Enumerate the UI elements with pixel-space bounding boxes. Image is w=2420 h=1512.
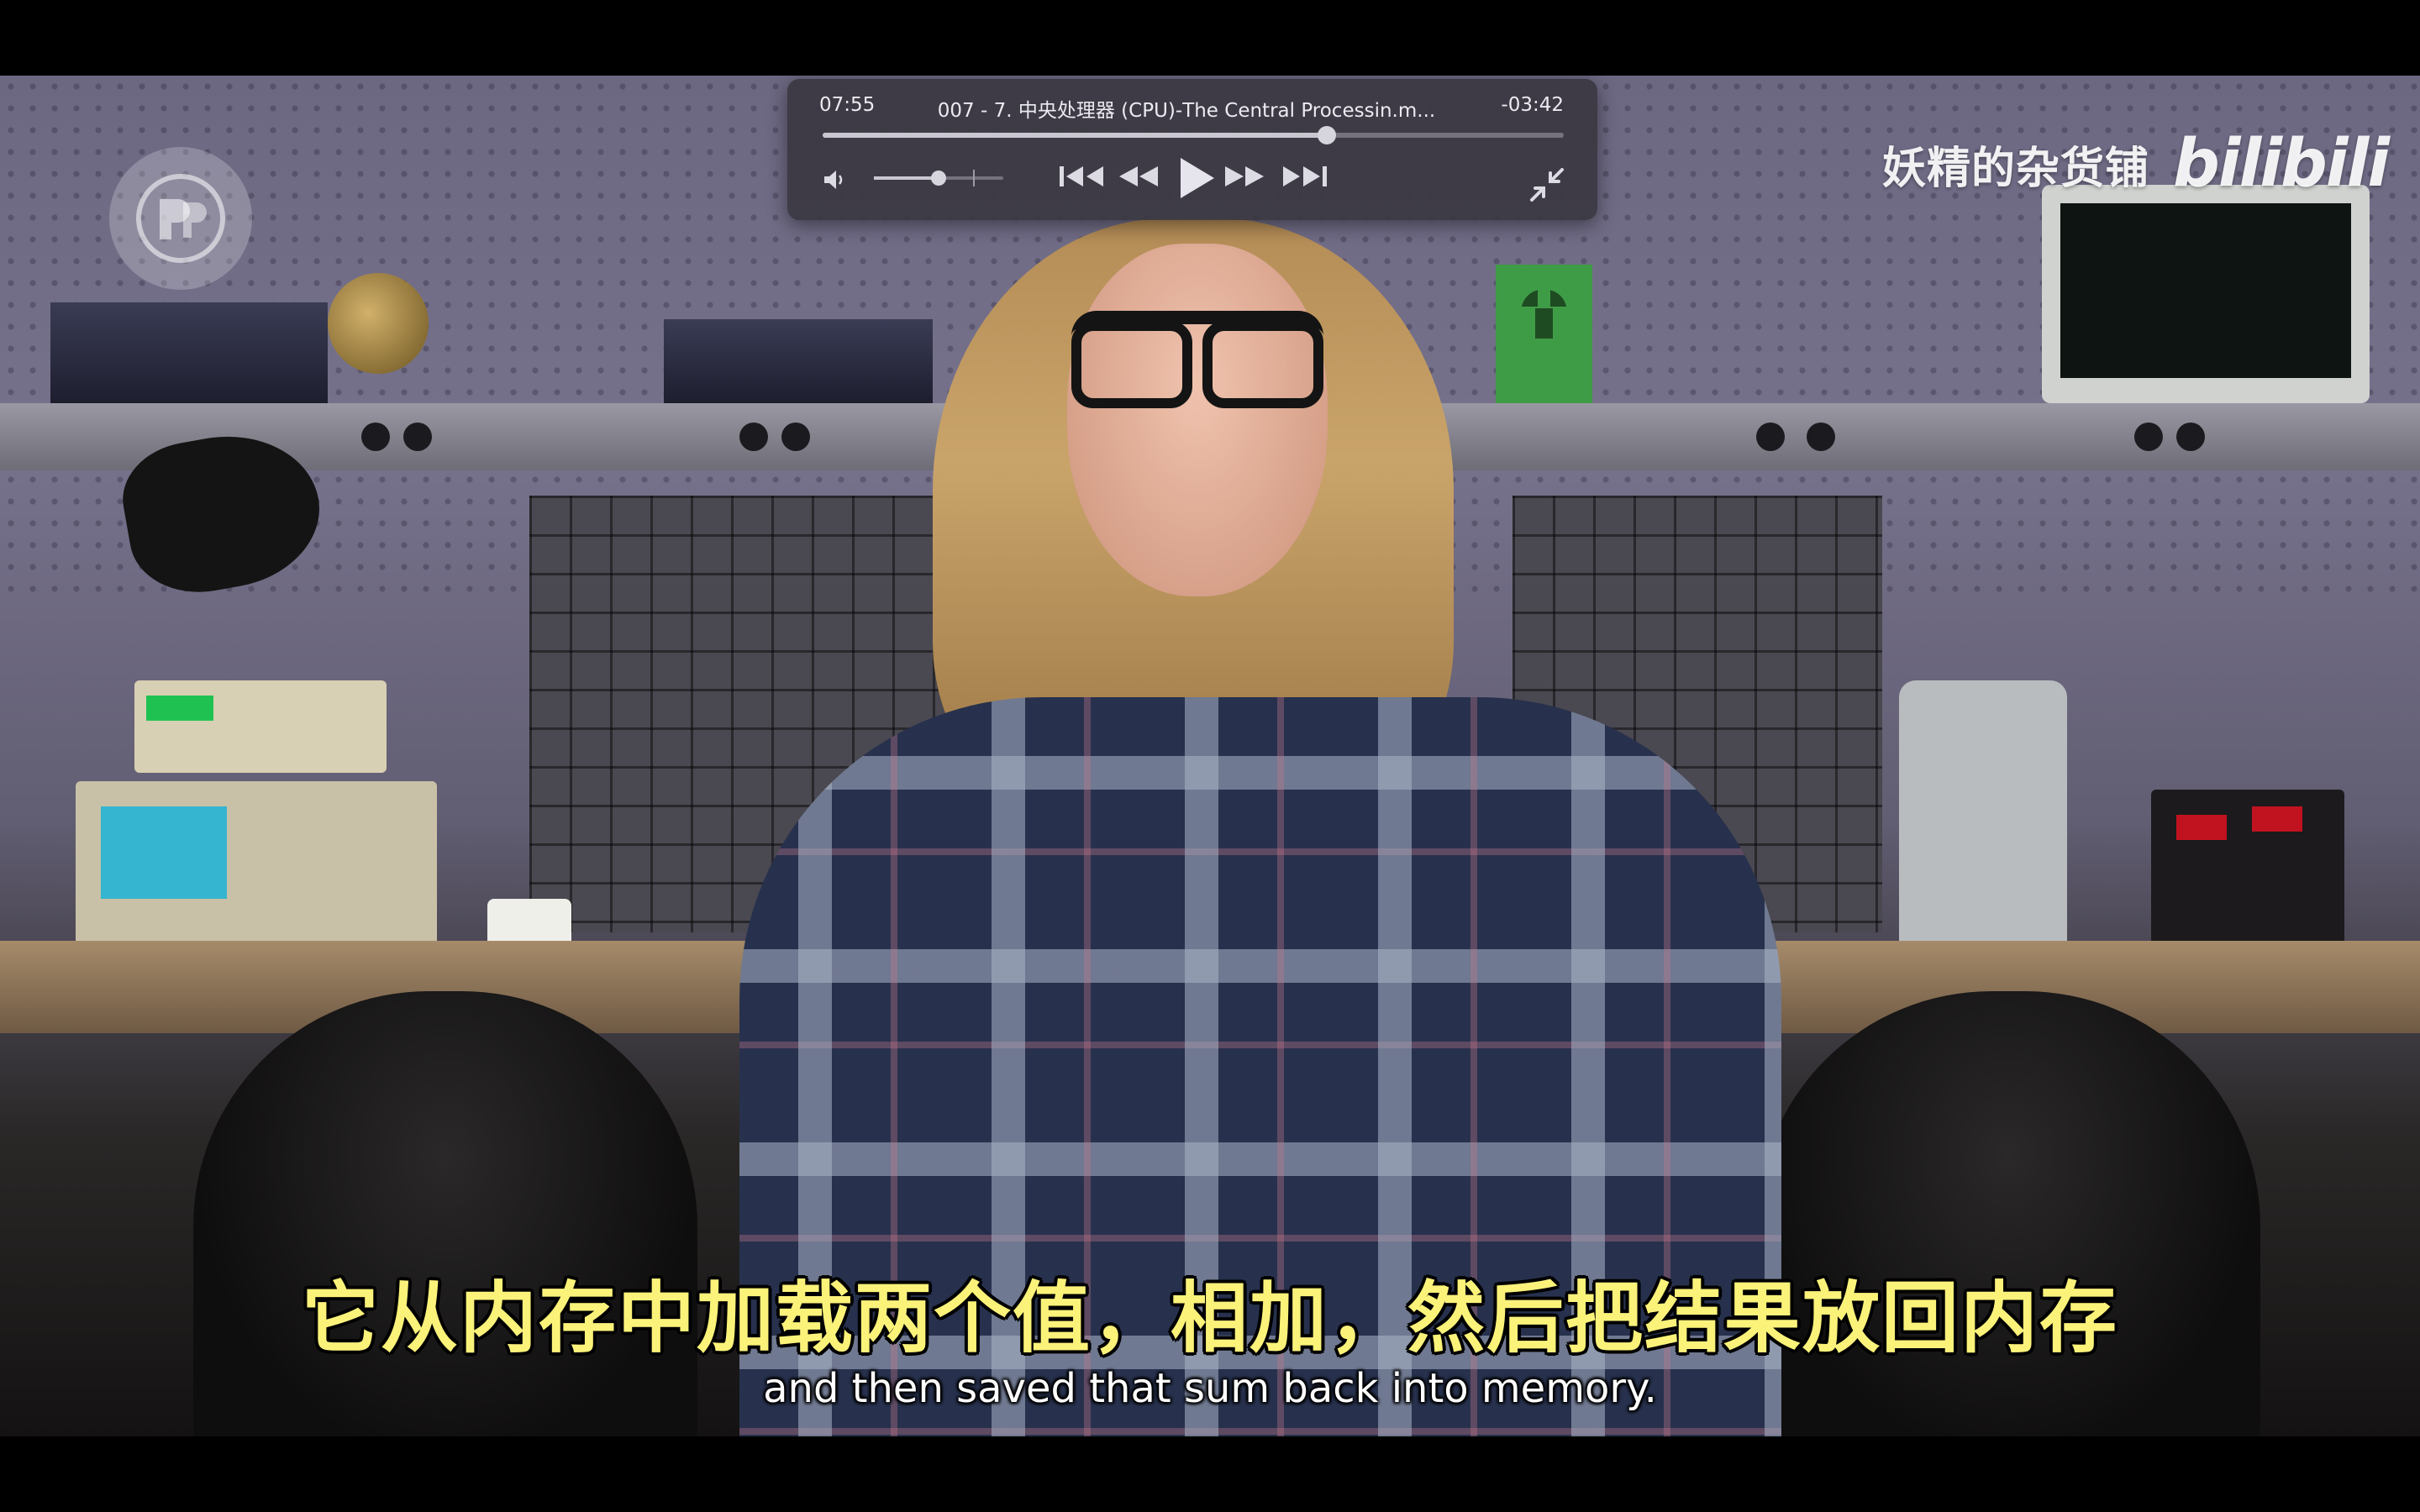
presenter <box>739 218 1781 1436</box>
remaining-time: -03:42 <box>1501 94 1564 116</box>
skip-to-end-icon[interactable] <box>1280 160 1328 193</box>
volume-icon[interactable] <box>823 168 848 195</box>
exit-fullscreen-icon[interactable] <box>1528 166 1565 207</box>
rewind-icon[interactable] <box>1115 160 1162 193</box>
volume-slider[interactable] <box>874 170 1003 186</box>
subtitle-english: and then saved that sum back into memory… <box>763 1365 1657 1412</box>
book-stack-left <box>50 302 328 403</box>
volume-fill <box>874 176 939 180</box>
pbs-logo <box>109 147 252 290</box>
skip-to-start-icon[interactable] <box>1058 160 1107 193</box>
power-supply <box>2151 790 2344 949</box>
progress-knob[interactable] <box>1317 126 1336 144</box>
globe <box>328 273 429 374</box>
oscilloscope <box>76 781 437 949</box>
volume-knob[interactable] <box>931 171 946 186</box>
robot-toy <box>1899 680 2067 974</box>
player-controls[interactable]: 07:55 007 - 7. 中央处理器 (CPU)-The Central P… <box>787 79 1597 220</box>
uploader-name: 妖精的杂货铺 <box>1882 143 2150 194</box>
bilibili-watermark: 妖精的杂货铺 bilibili <box>1882 118 2390 210</box>
volume-tick <box>973 170 975 186</box>
progress-fill <box>823 133 1327 138</box>
progress-scrubber[interactable] <box>823 126 1564 144</box>
video-frame[interactable] <box>0 76 2420 1436</box>
crt-monitor <box>2042 185 2370 403</box>
video-title: 007 - 7. 中央处理器 (CPU)-The Central Process… <box>937 100 1436 122</box>
fast-forward-icon[interactable] <box>1221 160 1268 193</box>
subtitle-chinese: 它从内存中加载两个值，相加，然后把结果放回内存 <box>301 1273 2118 1363</box>
play-icon[interactable] <box>1174 155 1218 202</box>
bilibili-logo: bilibili <box>2173 126 2390 202</box>
function-generator <box>134 680 387 773</box>
elapsed-time: 07:55 <box>819 94 876 116</box>
